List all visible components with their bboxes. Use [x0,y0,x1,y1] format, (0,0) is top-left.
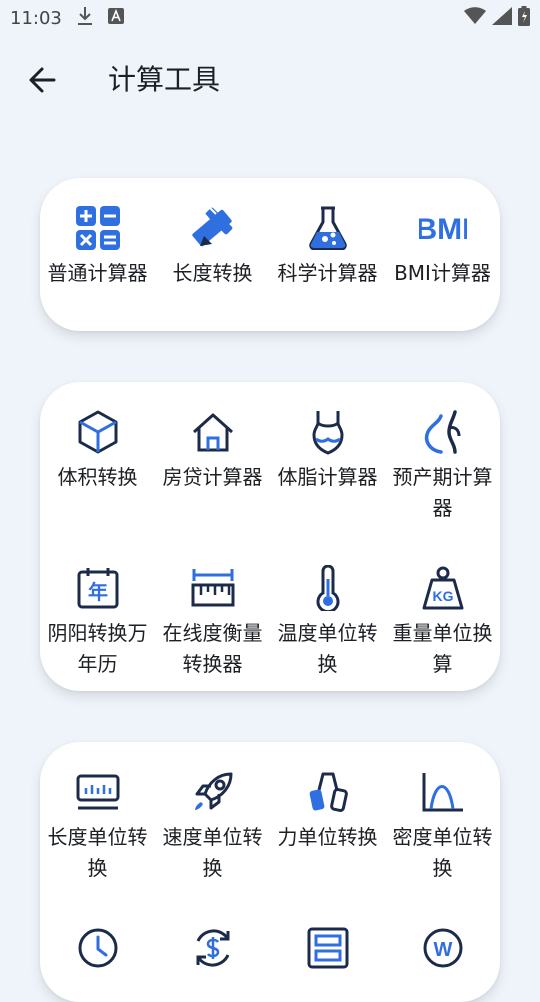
tool-label: 体脂计算器 [277,465,378,489]
tool-due-date-calculator[interactable]: 预产期计算器 [385,408,500,524]
tool-label: 密度单位转换 [392,825,493,880]
tool-label: 预产期计算器 [392,465,493,520]
tool-label: 速度单位转换 [162,825,263,880]
tool-label: 房贷计算器 [162,465,263,489]
data-storage-icon [304,924,352,972]
page-title: 计算工具 [108,63,221,96]
tool-label: 重量单位换算 [392,621,493,676]
tool-length-unit-conversion[interactable]: 长度单位转换 [40,768,155,884]
tool-general-calculator[interactable]: 普通计算器 [40,204,155,289]
tool-label: 普通计算器 [47,261,148,285]
rocket-icon [189,768,237,816]
status-time: 11:03 [10,7,62,29]
weight-icon: KG [419,564,467,612]
tool-label: 长度单位转换 [47,825,148,880]
status-bar: 11:03 [0,0,540,36]
tool-label: 温度单位转换 [277,621,378,676]
tool-card-basic: 普通计算器 长度转换 科学计算器 BMI BMI计算器 [40,178,500,331]
tool-bmi-calculator[interactable]: BMI BMI计算器 [385,204,500,289]
calendar-icon: 年 [74,564,122,612]
tool-weight-conversion[interactable]: KG 重量单位换算 [385,564,500,680]
battery-icon [518,5,530,31]
tool-volume-conversion[interactable]: 体积转换 [40,408,155,493]
signal-icon [492,6,512,30]
ruler-pencil-icon [189,204,237,252]
thermometer-icon [304,564,352,612]
power-w-icon: W [419,924,467,972]
tool-speed-unit-conversion[interactable]: 速度单位转换 [155,768,270,884]
bmi-icon: BMI [419,204,467,252]
tool-label: BMI计算器 [394,261,491,285]
tool-label: 长度转换 [172,261,253,285]
keyboard-a-icon [107,7,124,29]
flask-icon [304,204,352,252]
house-icon [189,408,237,456]
currency-exchange-icon [189,924,237,972]
tool-label: 科学计算器 [277,261,378,285]
download-icon [76,6,94,31]
cube-icon [74,408,122,456]
pregnancy-icon [419,408,467,456]
tool-label: 力单位转换 [277,825,378,849]
tool-label: 在线度衡量转换器 [162,621,263,676]
svg-text:年: 年 [88,580,108,604]
tool-online-measure-converter[interactable]: 在线度衡量转换器 [155,564,270,680]
hand-grip-icon [304,768,352,816]
tool-force-unit-conversion[interactable]: 力单位转换 [270,768,385,853]
tool-scientific-calculator[interactable]: 科学计算器 [270,204,385,289]
density-curve-icon [419,768,467,816]
tool-body-fat-calculator[interactable]: 体脂计算器 [270,408,385,493]
swimsuit-icon [304,408,352,456]
tool-data-storage-conversion[interactable] [270,924,385,978]
measure-icon [189,564,237,612]
tool-currency-conversion[interactable] [155,924,270,978]
tool-length-conversion[interactable]: 长度转换 [155,204,270,289]
back-button[interactable] [22,60,62,100]
tool-time-unit-conversion[interactable] [40,924,155,978]
app-bar: 计算工具 [0,36,540,122]
tool-label: 阴阳转换万年历 [47,621,148,676]
calculator-icon [74,204,122,252]
tool-temperature-conversion[interactable]: 温度单位转换 [270,564,385,680]
status-left: 11:03 [10,6,124,31]
tool-label: 体积转换 [57,465,138,489]
tool-lunar-calendar[interactable]: 年 阴阳转换万年历 [40,564,155,680]
tool-power-unit-conversion[interactable]: W [385,924,500,978]
length-gauge-icon [74,768,122,816]
arrow-left-icon [29,67,56,93]
status-right [464,5,530,31]
tool-card-life: 体积转换 房贷计算器 体脂计算器 预产期计算器 年 阴阳转换万年历 在线度衡量转… [40,382,500,691]
svg-text:KG: KG [432,588,453,604]
clock-icon [74,924,122,972]
tool-mortgage-calculator[interactable]: 房贷计算器 [155,408,270,493]
tool-density-unit-conversion[interactable]: 密度单位转换 [385,768,500,884]
svg-text:BMI: BMI [419,213,467,246]
svg-text:W: W [433,939,452,961]
wifi-icon [464,6,486,30]
tool-card-units: 长度单位转换 速度单位转换 力单位转换 密度单位转换 W [40,742,500,1002]
